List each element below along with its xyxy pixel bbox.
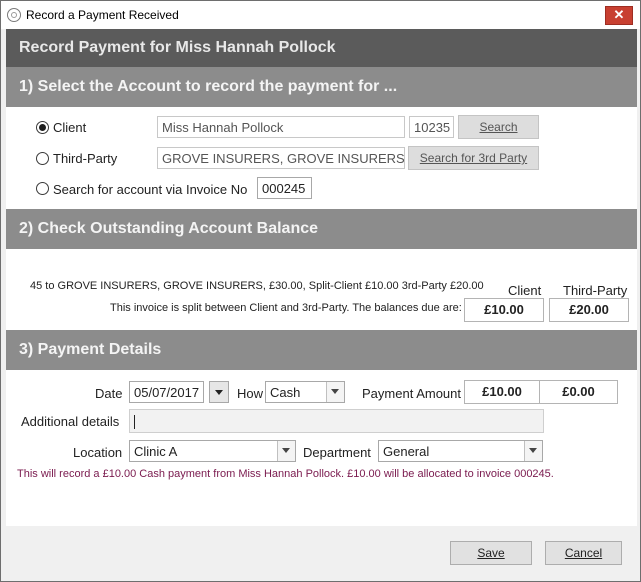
location-select[interactable]: Clinic A <box>129 440 296 462</box>
how-select[interactable]: Cash <box>265 381 345 403</box>
how-label: How <box>237 386 264 401</box>
additional-details-label: Additional details <box>21 414 120 429</box>
payment-amount-client-field[interactable]: £10.00 <box>464 380 540 404</box>
client-radio[interactable] <box>36 121 49 134</box>
how-value: Cash <box>270 385 301 400</box>
cancel-button[interactable]: Cancel <box>545 541 622 565</box>
balance-summary: 45 to GROVE INSURERS, GROVE INSURERS, £3… <box>30 280 484 292</box>
text-cursor <box>134 414 135 429</box>
department-select[interactable]: General <box>378 440 543 462</box>
third-party-balance: £20.00 <box>549 298 629 322</box>
client-column-header: Client <box>508 283 542 298</box>
department-label: Department <box>303 445 371 460</box>
client-name-field[interactable]: Miss Hannah Pollock <box>157 116 405 138</box>
client-id-field[interactable]: 10235 <box>409 116 454 138</box>
location-label: Location <box>73 445 123 460</box>
date-field[interactable]: 05/07/2017 <box>129 381 204 403</box>
payment-amount-third-party-field[interactable]: £0.00 <box>539 380 618 404</box>
page-title: Record Payment for Miss Hannah Pollock <box>19 39 336 56</box>
app-icon <box>7 8 21 22</box>
third-party-label: Third-Party <box>53 151 118 166</box>
location-value: Clinic A <box>134 444 178 459</box>
third-party-name-field[interactable]: GROVE INSURERS, GROVE INSURERS <box>157 147 405 169</box>
section-1-header: 1) Select the Account to record the paym… <box>6 67 637 107</box>
section-1-title: 1) Select the Account to record the paym… <box>19 78 398 95</box>
close-button[interactable]: ✕ <box>605 6 633 25</box>
department-value: General <box>383 444 430 459</box>
chevron-down-icon <box>326 382 344 402</box>
client-balance: £10.00 <box>464 298 544 322</box>
invoice-number-field[interactable]: 000245 <box>257 177 312 199</box>
additional-details-field[interactable] <box>129 409 544 433</box>
payment-amount-label: Payment Amount <box>362 386 461 401</box>
invoice-search-radio[interactable] <box>36 182 49 195</box>
page-header: Record Payment for Miss Hannah Pollock <box>6 29 637 67</box>
date-label: Date <box>95 386 123 401</box>
payment-summary-message: This will record a £10.00 Cash payment f… <box>17 468 554 480</box>
section-2-title: 2) Check Outstanding Account Balance <box>19 220 319 237</box>
chevron-down-icon <box>524 441 542 461</box>
dialog-window: Record a Payment Received ✕ Record Payme… <box>0 0 641 582</box>
window-title: Record a Payment Received <box>26 8 179 22</box>
search-client-button[interactable]: Search <box>458 115 539 139</box>
title-bar: Record a Payment Received ✕ <box>1 1 640 29</box>
section-3-title: 3) Payment Details <box>19 341 162 358</box>
section-3-header: 3) Payment Details <box>6 330 637 370</box>
section-2-header: 2) Check Outstanding Account Balance <box>6 209 637 249</box>
close-icon: ✕ <box>613 7 625 22</box>
third-party-radio[interactable] <box>36 152 49 165</box>
invoice-search-label: Search for account via Invoice No <box>53 182 248 197</box>
split-note: This invoice is split between Client and… <box>110 302 462 314</box>
search-third-party-button[interactable]: Search for 3rd Party <box>408 146 539 170</box>
save-button[interactable]: Save <box>450 541 532 565</box>
third-party-column-header: Third-Party <box>563 283 628 298</box>
dialog-content: Record Payment for Miss Hannah Pollock 1… <box>6 29 637 526</box>
client-label: Client <box>53 120 87 135</box>
chevron-down-icon <box>277 441 295 461</box>
date-picker-button[interactable] <box>209 381 229 403</box>
